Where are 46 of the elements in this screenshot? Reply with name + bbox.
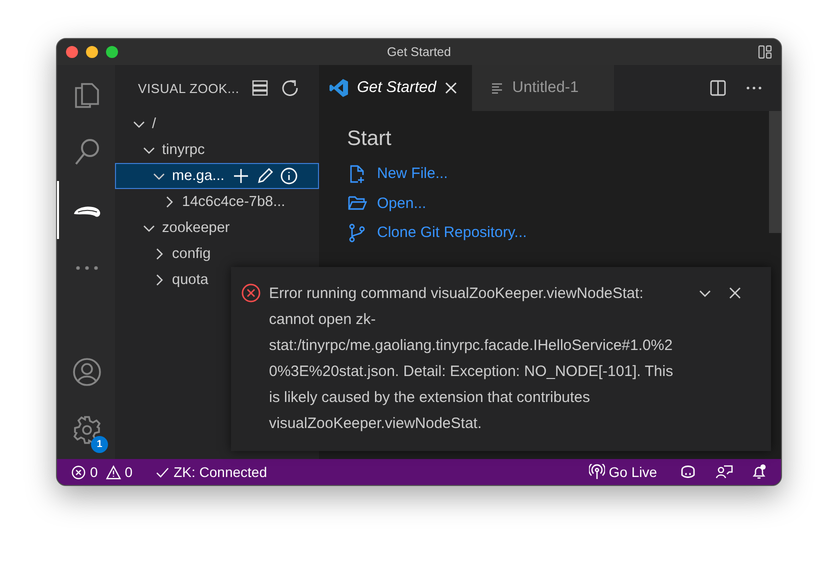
notification-badge: 1 [91, 436, 108, 453]
scrollbar-thumb[interactable] [769, 111, 781, 233]
feedback-icon[interactable] [715, 464, 733, 480]
tree-item[interactable]: tinyrpc [115, 137, 319, 163]
start-link[interactable]: Open... [377, 194, 426, 212]
bell-icon[interactable] [751, 464, 767, 480]
refresh-icon[interactable] [281, 79, 300, 97]
tree-item[interactable]: zookeeper [115, 215, 319, 241]
warning-icon[interactable] [106, 464, 121, 480]
copilot-icon[interactable] [679, 464, 697, 480]
minimize-light[interactable] [86, 46, 98, 58]
account-icon[interactable] [72, 357, 102, 387]
error-icon [241, 283, 261, 303]
settings-icon[interactable] [72, 415, 102, 445]
broadcast-icon[interactable] [588, 464, 605, 480]
close-icon[interactable] [444, 81, 458, 95]
vscode-logo-icon [329, 78, 349, 98]
zoom-light[interactable] [106, 46, 118, 58]
close-light[interactable] [66, 46, 78, 58]
warning-count[interactable]: 0 [124, 464, 133, 480]
error-count[interactable]: 0 [90, 464, 98, 480]
window-title: Get Started [387, 45, 451, 59]
info-icon[interactable] [280, 167, 298, 185]
split-editor-icon[interactable] [709, 79, 727, 97]
sidebar-title: VISUAL ZOOK... [138, 80, 240, 96]
editor-tab[interactable]: Untitled-1 [472, 65, 614, 111]
add-icon[interactable] [232, 167, 250, 185]
go-live-button[interactable]: Go Live [608, 464, 657, 480]
pencil-icon[interactable] [256, 167, 274, 185]
close-icon[interactable] [727, 285, 743, 301]
connection-status[interactable]: ZK: Connected [174, 464, 267, 480]
server-icon[interactable] [251, 79, 270, 97]
branch-icon [347, 222, 367, 243]
tree-item[interactable]: config [115, 241, 319, 267]
error-icon[interactable] [71, 464, 86, 480]
layout-icon[interactable] [758, 45, 772, 59]
more-icon[interactable] [745, 85, 763, 91]
start-link[interactable]: New File... [377, 165, 448, 182]
start-link[interactable]: Clone Git Repository... [377, 224, 527, 242]
tree-item[interactable]: me.ga... [115, 163, 319, 189]
notification-message: Error running command visualZooKeeper.viewNodeStat: cannot open zk-stat:/tinyrpc/me.gaoliang.tinyrpc.facade.IHelloService#1.0%20%3E%20stat.json. Detail: Exception: NO_NODE[-101]. This is likely caused by the extension that contributes visualZooKeeper.viewNodeStat. [269, 284, 674, 434]
tree-item[interactable]: / [115, 111, 319, 137]
text-file-icon [490, 81, 504, 95]
start-heading: Start [347, 127, 392, 151]
tree-item[interactable]: 14c6c4ce-7b8... [115, 189, 319, 215]
editor-tab[interactable]: Get Started [319, 65, 472, 111]
